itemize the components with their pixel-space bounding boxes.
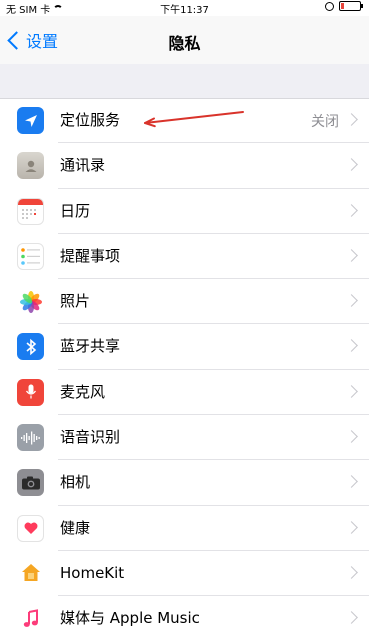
chevron-right-icon bbox=[345, 339, 358, 353]
row-label: 照片 bbox=[60, 292, 91, 311]
chevron-right-icon bbox=[345, 611, 358, 625]
music-note-icon bbox=[17, 605, 44, 633]
row-label: 健康 bbox=[60, 518, 91, 537]
row-label: 日历 bbox=[60, 201, 91, 220]
chevron-right-icon bbox=[345, 158, 358, 172]
camera-icon bbox=[17, 469, 44, 497]
row-bluetooth-sharing[interactable]: 蓝牙共享 bbox=[0, 324, 369, 371]
row-label: 定位服务 bbox=[60, 111, 121, 129]
status-bar: 无 SIM 卡 下午11:37 bbox=[0, 0, 369, 16]
photos-icon bbox=[17, 288, 44, 316]
row-label: HomeKit bbox=[60, 563, 125, 582]
row-photos[interactable]: 照片 bbox=[0, 279, 369, 325]
status-right bbox=[325, 1, 363, 11]
row-reminders[interactable]: 提醒事项 bbox=[0, 234, 369, 280]
row-label: 媒体与 Apple Music bbox=[60, 609, 200, 628]
chevron-right-icon bbox=[345, 566, 358, 579]
row-health[interactable]: 健康 bbox=[0, 506, 369, 552]
navigation-bar: 设置 隐私 bbox=[0, 16, 369, 64]
row-label: 通讯录 bbox=[60, 156, 106, 175]
chevron-right-icon bbox=[345, 294, 358, 308]
microphone-icon bbox=[17, 378, 44, 406]
location-arrow-icon bbox=[17, 107, 44, 134]
calendar-icon bbox=[17, 197, 44, 225]
row-label: 相机 bbox=[60, 473, 91, 492]
chevron-right-icon bbox=[345, 430, 358, 443]
row-microphone[interactable]: 麦克风 bbox=[0, 370, 369, 416]
row-homekit[interactable]: HomeKit bbox=[0, 551, 369, 597]
battery-icon bbox=[339, 1, 363, 11]
reminders-icon bbox=[17, 242, 44, 270]
contacts-icon bbox=[17, 152, 44, 180]
chevron-right-icon bbox=[345, 384, 358, 398]
chevron-right-icon bbox=[345, 475, 358, 489]
row-label: 蓝牙共享 bbox=[60, 337, 121, 356]
chevron-right-icon bbox=[345, 113, 358, 126]
row-calendar[interactable]: 日历 bbox=[0, 189, 369, 235]
health-heart-icon bbox=[17, 514, 44, 542]
chevron-right-icon bbox=[345, 203, 358, 217]
row-value: 关闭 bbox=[311, 114, 339, 130]
homekit-icon bbox=[17, 559, 44, 587]
page-title: 隐私 bbox=[168, 34, 201, 53]
annotation-arrow bbox=[144, 111, 244, 128]
privacy-list: 定位服务 关闭 通讯录 日历 提醒事项 照片 蓝牙共享 麦克风 语音识别 相机 … bbox=[0, 98, 369, 642]
speech-recognition-icon bbox=[17, 424, 44, 452]
row-speech-recognition[interactable]: 语音识别 bbox=[0, 415, 369, 461]
bluetooth-icon bbox=[17, 333, 44, 361]
chevron-right-icon bbox=[345, 249, 358, 262]
orientation-lock-icon bbox=[325, 1, 334, 11]
row-label: 语音识别 bbox=[60, 428, 121, 447]
row-label: 提醒事项 bbox=[60, 246, 121, 265]
chevron-right-icon bbox=[345, 520, 358, 534]
row-contacts[interactable]: 通讯录 bbox=[0, 143, 369, 189]
status-time: 下午11:37 bbox=[160, 5, 209, 16]
row-camera[interactable]: 相机 bbox=[0, 460, 369, 506]
section-spacer bbox=[0, 64, 369, 99]
row-label: 麦克风 bbox=[60, 382, 106, 401]
